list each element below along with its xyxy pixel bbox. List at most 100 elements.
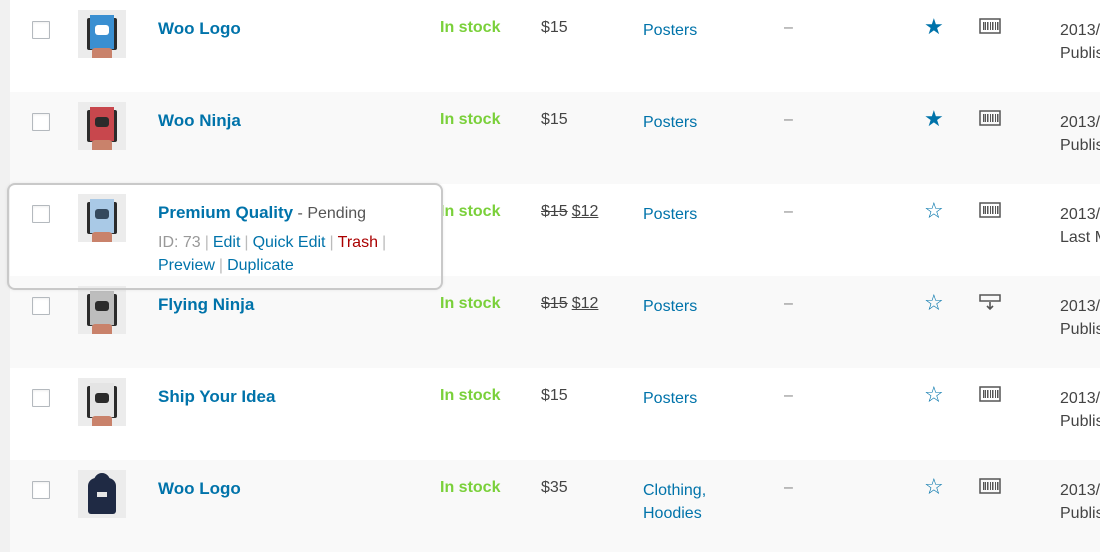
barcode-bar bbox=[995, 114, 996, 122]
barcode-bar bbox=[983, 22, 985, 30]
featured-star-outline-icon[interactable]: ☆ bbox=[924, 384, 944, 406]
product-thumbnail[interactable] bbox=[78, 194, 126, 242]
price-current: $35 bbox=[541, 479, 568, 496]
separator: | bbox=[204, 234, 209, 251]
barcode-bar bbox=[987, 482, 989, 490]
table-row: Flying Ninja In stock $15 $12 Posters – ☆… bbox=[10, 276, 1100, 368]
product-name-link[interactable]: Ship Your Idea bbox=[158, 387, 275, 407]
poster-holder-hand bbox=[92, 416, 112, 426]
duplicate-link[interactable]: Duplicate bbox=[227, 257, 294, 274]
download-arrow bbox=[986, 302, 994, 311]
row-checkbox[interactable] bbox=[32, 297, 50, 315]
row-checkbox[interactable] bbox=[32, 113, 50, 131]
row-checkbox[interactable] bbox=[32, 481, 50, 499]
table-row: Woo Logo In stock $35 Clothing, Hoodies –… bbox=[10, 460, 1100, 552]
product-thumbnail[interactable] bbox=[78, 378, 126, 426]
price-regular: $15 bbox=[541, 203, 568, 220]
barcode-icon bbox=[979, 110, 1001, 128]
barcode-bar bbox=[997, 22, 999, 30]
barcode-bar bbox=[997, 390, 999, 398]
product-name-link[interactable]: Woo Ninja bbox=[158, 111, 241, 131]
product-name-link[interactable]: Woo Logo bbox=[158, 479, 241, 499]
price-current: $15 bbox=[541, 387, 568, 404]
category-link[interactable]: Posters bbox=[643, 390, 697, 407]
featured-star-outline-icon[interactable]: ☆ bbox=[924, 476, 944, 498]
barcode-icon bbox=[979, 478, 1001, 496]
product-thumbnail[interactable] bbox=[78, 470, 126, 518]
barcode-bar bbox=[992, 22, 994, 30]
barcode-bar bbox=[985, 22, 986, 30]
barcode-bar bbox=[983, 206, 985, 214]
barcode-bar bbox=[992, 390, 994, 398]
product-thumbnail[interactable] bbox=[78, 102, 126, 150]
product-categories: Posters bbox=[643, 203, 697, 226]
poster-holder-hand bbox=[92, 140, 112, 150]
product-categories: Posters bbox=[643, 295, 697, 318]
barcode-bar bbox=[995, 206, 996, 214]
post-state: - Pending bbox=[293, 205, 367, 222]
featured-star-outline-icon[interactable]: ☆ bbox=[924, 292, 944, 314]
row-actions: ID: 73 | Edit | Quick Edit | Trash | Preview | Dup… bbox=[158, 231, 428, 277]
barcode-bar bbox=[990, 22, 991, 30]
product-name-link[interactable]: Premium Quality bbox=[158, 203, 293, 222]
product-name-link[interactable]: Woo Logo bbox=[158, 19, 241, 39]
download-icon-graphic bbox=[979, 294, 1001, 311]
poster-artwork bbox=[95, 393, 109, 403]
date-status: Publis bbox=[1060, 137, 1100, 154]
category-link[interactable]: Posters bbox=[643, 114, 697, 131]
preview-link[interactable]: Preview bbox=[158, 257, 215, 274]
stock-status: In stock bbox=[440, 479, 501, 496]
poster-artwork bbox=[95, 25, 109, 35]
product-thumbnail[interactable] bbox=[78, 286, 126, 334]
poster-holder-hand bbox=[92, 48, 112, 58]
barcode-bar bbox=[990, 206, 991, 214]
price: $15 $12 bbox=[541, 295, 598, 313]
product-categories: Posters bbox=[643, 19, 697, 42]
tags-empty: – bbox=[784, 295, 793, 312]
barcode-bar bbox=[990, 114, 991, 122]
tags-empty: – bbox=[784, 203, 793, 220]
table-row: Woo Logo In stock $15 Posters – ★ 2013/P… bbox=[10, 0, 1100, 92]
date-status: Publis bbox=[1060, 413, 1100, 430]
featured-star-outline-icon[interactable]: ☆ bbox=[924, 200, 944, 222]
barcode-bar bbox=[985, 482, 986, 490]
barcode-icon-graphic bbox=[979, 18, 1001, 34]
category-link[interactable]: Posters bbox=[643, 22, 697, 39]
category-link[interactable]: Posters bbox=[643, 206, 697, 223]
download-icon bbox=[979, 294, 1001, 312]
quick-edit-link[interactable]: Quick Edit bbox=[253, 234, 326, 251]
admin-menu-edge bbox=[0, 0, 10, 540]
trash-link[interactable]: Trash bbox=[338, 234, 378, 251]
barcode-bar bbox=[992, 114, 994, 122]
barcode-icon-graphic bbox=[979, 478, 1001, 494]
category-link[interactable]: Clothing, bbox=[643, 482, 706, 499]
products-table: Woo Logo In stock $15 Posters – ★ 2013/P… bbox=[10, 0, 1100, 552]
barcode-bar bbox=[990, 482, 991, 490]
product-date: 2013/Publis bbox=[1060, 479, 1100, 525]
product-title: Premium Quality - Pending bbox=[158, 203, 366, 223]
row-checkbox[interactable] bbox=[32, 205, 50, 223]
featured-star-icon[interactable]: ★ bbox=[924, 108, 944, 130]
date-value: 2013/ bbox=[1060, 390, 1100, 407]
price: $15 bbox=[541, 387, 568, 405]
stock-status: In stock bbox=[440, 19, 501, 36]
product-categories: Clothing, Hoodies bbox=[643, 479, 706, 525]
row-checkbox[interactable] bbox=[32, 389, 50, 407]
price-sale: $12 bbox=[571, 295, 599, 312]
date-value: 2013/ bbox=[1060, 482, 1100, 499]
featured-star-icon[interactable]: ★ bbox=[924, 16, 944, 38]
row-checkbox[interactable] bbox=[32, 21, 50, 39]
category-link[interactable]: Hoodies bbox=[643, 505, 702, 522]
price: $15 bbox=[541, 19, 568, 37]
edit-link[interactable]: Edit bbox=[213, 234, 241, 251]
product-name-link[interactable]: Flying Ninja bbox=[158, 295, 254, 315]
stock-status: In stock bbox=[440, 203, 501, 220]
poster-artwork bbox=[95, 117, 109, 127]
category-link[interactable]: Posters bbox=[643, 298, 697, 315]
date-value: 2013/ bbox=[1060, 298, 1100, 315]
barcode-bar bbox=[987, 206, 989, 214]
product-date: 2013/Publis bbox=[1060, 387, 1100, 433]
product-thumbnail[interactable] bbox=[78, 10, 126, 58]
tags-empty: – bbox=[784, 111, 793, 128]
barcode-bar bbox=[997, 206, 999, 214]
